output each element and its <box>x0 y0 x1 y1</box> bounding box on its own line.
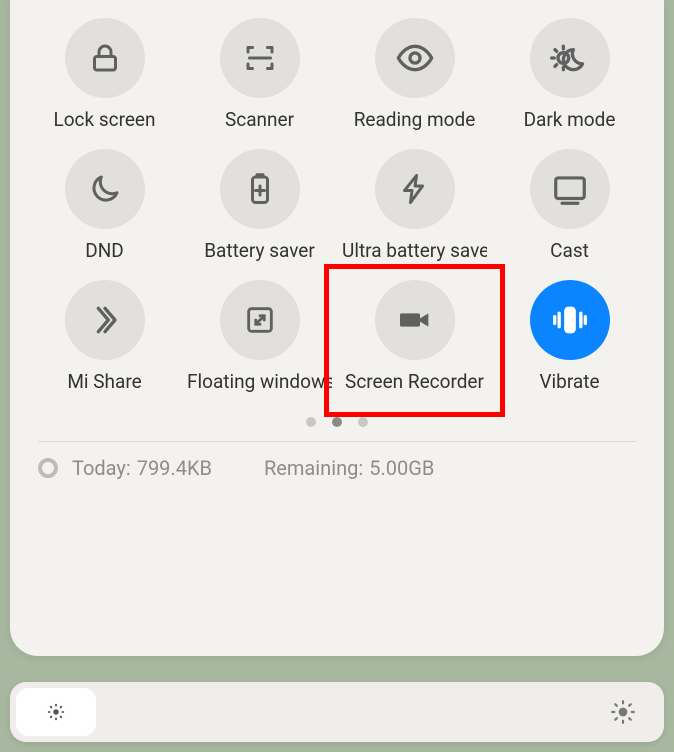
tile-cast[interactable]: Cast <box>497 149 642 262</box>
tile-label: Lock screen <box>53 108 155 131</box>
tile-label: Cast <box>550 239 589 262</box>
brightness-low-icon <box>45 701 67 723</box>
tile-label: Mi Share <box>67 370 141 393</box>
pager-dot[interactable] <box>358 417 368 427</box>
dark-mode-icon <box>530 18 610 98</box>
brightness-thumb[interactable] <box>16 688 96 736</box>
tile-screen-recorder[interactable]: Screen Recorder <box>342 280 487 393</box>
video-camera-icon <box>375 280 455 360</box>
mi-share-icon <box>65 280 145 360</box>
tile-reading-mode[interactable]: Reading mode <box>342 18 487 131</box>
tile-lock-screen[interactable]: Lock screen <box>32 18 177 131</box>
pager-dot[interactable] <box>306 417 316 427</box>
tiles-grid: Lock screen Scanner Reading mode Dark mode D… <box>32 18 642 393</box>
usage-today-label: Today: <box>72 456 131 480</box>
brightness-high-icon <box>610 699 636 725</box>
lock-icon <box>65 18 145 98</box>
tile-dark-mode[interactable]: Dark mode <box>497 18 642 131</box>
tile-ultra-battery[interactable]: Ultra battery saver <box>342 149 487 262</box>
cast-icon <box>530 149 610 229</box>
usage-ring-icon <box>38 458 58 478</box>
brightness-slider[interactable] <box>10 682 664 742</box>
tile-label: Vibrate <box>539 370 599 393</box>
page-indicator <box>32 417 642 427</box>
tile-label: DND <box>85 239 124 262</box>
pager-dot[interactable] <box>332 417 342 427</box>
tile-label: Screen Recorder <box>345 370 484 393</box>
floating-window-icon <box>220 280 300 360</box>
usage-remaining-label: Remaining: <box>264 456 363 480</box>
tile-label: Reading mode <box>354 108 476 131</box>
tile-label: Ultra battery saver <box>342 239 487 262</box>
tile-floating-windows[interactable]: Floating windows <box>187 280 332 393</box>
tile-label: Floating windows <box>187 370 332 393</box>
eye-icon <box>375 18 455 98</box>
usage-today-value: 799.4KB <box>137 456 212 480</box>
quick-settings-panel: Lock screen Scanner Reading mode Dark mode D… <box>10 0 664 656</box>
bolt-icon <box>375 149 455 229</box>
tile-vibrate[interactable]: Vibrate <box>497 280 642 393</box>
scanner-icon <box>220 18 300 98</box>
usage-remaining-value: 5.00GB <box>369 456 434 480</box>
tile-mi-share[interactable]: Mi Share <box>32 280 177 393</box>
tile-label: Dark mode <box>524 108 616 131</box>
tile-label: Scanner <box>225 108 294 131</box>
battery-plus-icon <box>220 149 300 229</box>
tile-scanner[interactable]: Scanner <box>187 18 332 131</box>
vibrate-icon <box>530 280 610 360</box>
tile-label: Battery saver <box>204 239 315 262</box>
tile-dnd[interactable]: DND <box>32 149 177 262</box>
tile-battery-saver[interactable]: Battery saver <box>187 149 332 262</box>
data-usage-row[interactable]: Today: 799.4KB Remaining: 5.00GB <box>32 442 642 480</box>
moon-icon <box>65 149 145 229</box>
